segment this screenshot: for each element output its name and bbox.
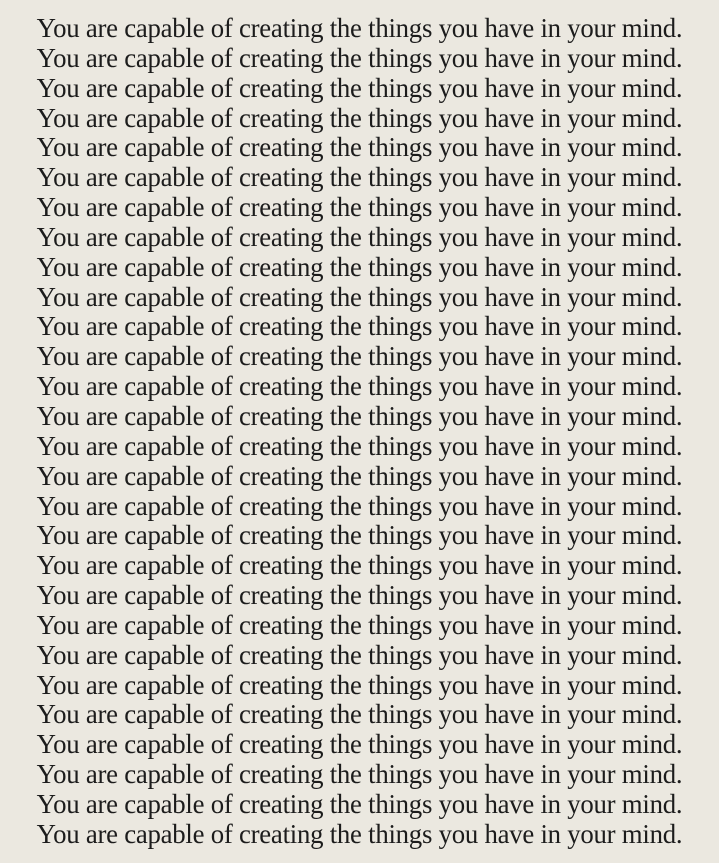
affirmation-line: You are capable of creating the things y… <box>36 102 683 133</box>
affirmation-line: You are capable of creating the things y… <box>36 341 683 372</box>
affirmation-line: You are capable of creating the things y… <box>36 221 683 252</box>
affirmation-line: You are capable of creating the things y… <box>36 520 683 551</box>
affirmation-line: You are capable of creating the things y… <box>36 609 683 640</box>
repeated-text-page: You are capable of creating the things y… <box>0 0 719 863</box>
affirmation-line: You are capable of creating the things y… <box>36 639 683 670</box>
affirmation-line: You are capable of creating the things y… <box>36 550 683 581</box>
affirmation-line: You are capable of creating the things y… <box>36 13 683 43</box>
affirmation-line: You are capable of creating the things y… <box>36 72 683 103</box>
affirmation-line: You are capable of creating the things y… <box>36 460 683 491</box>
affirmation-line: You are capable of creating the things y… <box>36 430 683 461</box>
affirmation-line: You are capable of creating the things y… <box>36 371 683 402</box>
affirmation-line: You are capable of creating the things y… <box>36 251 683 282</box>
affirmation-line: You are capable of creating the things y… <box>36 132 683 163</box>
affirmation-line: You are capable of creating the things y… <box>36 818 683 849</box>
affirmation-line: You are capable of creating the things y… <box>36 162 683 193</box>
affirmation-line: You are capable of creating the things y… <box>36 669 683 700</box>
affirmation-line: You are capable of creating the things y… <box>36 192 683 223</box>
affirmation-line: You are capable of creating the things y… <box>36 699 683 730</box>
affirmation-lines: You are capable of creating the things y… <box>0 13 719 850</box>
affirmation-line: You are capable of creating the things y… <box>36 281 683 312</box>
affirmation-line: You are capable of creating the things y… <box>36 729 683 760</box>
affirmation-line: You are capable of creating the things y… <box>36 759 683 790</box>
affirmation-line: You are capable of creating the things y… <box>36 42 683 73</box>
affirmation-line: You are capable of creating the things y… <box>36 788 683 819</box>
affirmation-line: You are capable of creating the things y… <box>36 580 683 611</box>
affirmation-line: You are capable of creating the things y… <box>36 490 683 521</box>
affirmation-line: You are capable of creating the things y… <box>36 311 683 342</box>
affirmation-line: You are capable of creating the things y… <box>36 400 683 431</box>
